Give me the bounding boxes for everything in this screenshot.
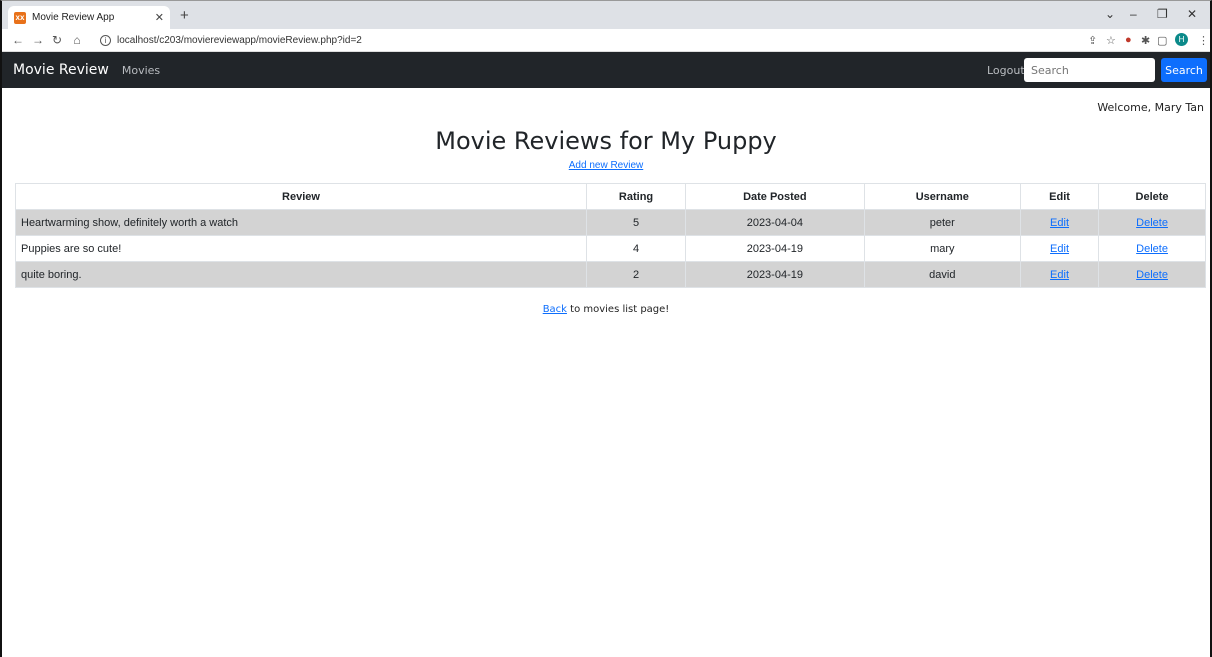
column-header-review: Review — [14, 183, 588, 210]
delete-cell: Delete — [1098, 209, 1206, 236]
column-header-edit: Edit — [1019, 183, 1100, 210]
edit-cell: Edit — [1019, 235, 1100, 262]
rating-cell: 5 — [586, 209, 687, 236]
app-favicon-icon: xx — [14, 11, 26, 24]
profile-avatar[interactable]: H — [1175, 33, 1188, 46]
table-header-row: Review Rating Date Posted Username Edit … — [14, 183, 1206, 210]
username-cell: peter — [863, 209, 1021, 236]
back-link[interactable]: Back — [543, 304, 567, 315]
navbar-brand[interactable]: Movie Review — [13, 62, 109, 78]
forward-arrow-icon[interactable]: → — [32, 33, 44, 47]
edit-cell: Edit — [1019, 261, 1100, 288]
column-header-delete: Delete — [1098, 183, 1206, 210]
column-header-date: Date Posted — [685, 183, 865, 210]
url-text: localhost/c203/moviereviewapp/movieRevie… — [117, 35, 362, 46]
search-button[interactable]: Search — [1161, 58, 1207, 82]
site-navbar: Movie Review Movies Logout Search — [2, 52, 1210, 88]
tab-title: Movie Review App — [32, 12, 115, 23]
delete-link[interactable]: Delete — [1136, 269, 1168, 281]
back-arrow-icon[interactable]: ← — [12, 33, 24, 47]
username-cell: david — [863, 261, 1021, 288]
review-cell: Puppies are so cute! — [14, 235, 588, 262]
review-cell: Heartwarming show, definitely worth a wa… — [14, 209, 588, 236]
site-info-icon[interactable]: i — [100, 35, 111, 46]
table-row: Puppies are so cute! 4 2023-04-19 mary E… — [14, 235, 1206, 262]
column-header-username: Username — [863, 183, 1021, 210]
restore-icon[interactable]: ❐ — [1157, 7, 1168, 21]
edit-cell: Edit — [1019, 209, 1100, 236]
add-review-link[interactable]: Add new Review — [569, 160, 643, 171]
edit-link[interactable]: Edit — [1050, 269, 1069, 281]
reload-icon[interactable]: ↻ — [52, 33, 62, 47]
rating-cell: 4 — [586, 235, 687, 262]
date-cell: 2023-04-04 — [685, 209, 865, 236]
bookmark-star-icon[interactable]: ☆ — [1106, 34, 1116, 47]
welcome-text: Welcome, Mary Tan — [1097, 101, 1204, 114]
edit-link[interactable]: Edit — [1050, 243, 1069, 255]
share-icon[interactable]: ⇪ — [1088, 34, 1097, 47]
add-review-container: Add new Review — [0, 160, 1212, 171]
delete-link[interactable]: Delete — [1136, 243, 1168, 255]
back-line: Back to movies list page! — [0, 304, 1212, 315]
browser-menu-icon[interactable]: ⋮ — [1198, 34, 1209, 47]
address-bar[interactable]: i localhost/c203/moviereviewapp/movieRev… — [100, 31, 1200, 50]
home-icon[interactable]: ⌂ — [72, 33, 82, 47]
table-row: Heartwarming show, definitely worth a wa… — [14, 209, 1206, 236]
column-header-rating: Rating — [586, 183, 687, 210]
delete-cell: Delete — [1098, 261, 1206, 288]
date-cell: 2023-04-19 — [685, 235, 865, 262]
browser-toolbar: ← → ↻ ⌂ i localhost/c203/moviereviewapp/… — [2, 29, 1210, 52]
back-text: to movies list page! — [566, 304, 670, 315]
search-input[interactable] — [1024, 58, 1155, 82]
close-tab-icon[interactable]: ✕ — [155, 11, 164, 24]
edit-link[interactable]: Edit — [1050, 217, 1069, 229]
extension-color-icon[interactable]: ● — [1125, 34, 1132, 46]
table-row: quite boring. 2 2023-04-19 david Edit De… — [14, 261, 1206, 288]
page-title: Movie Reviews for My Puppy — [435, 127, 777, 155]
nav-link-movies[interactable]: Movies — [122, 64, 160, 77]
minimize-icon[interactable]: – — [1130, 7, 1137, 21]
tab-strip: xx Movie Review App ✕ + ⌄ – ❐ ✕ — [2, 1, 1210, 29]
date-cell: 2023-04-19 — [685, 261, 865, 288]
delete-link[interactable]: Delete — [1136, 217, 1168, 229]
close-window-icon[interactable]: ✕ — [1187, 7, 1197, 21]
new-tab-icon[interactable]: + — [180, 7, 189, 24]
tab-search-chevron-icon[interactable]: ⌄ — [1105, 7, 1115, 21]
browser-tab[interactable]: xx Movie Review App ✕ — [8, 6, 170, 29]
side-panel-icon[interactable]: ▢ — [1157, 34, 1167, 47]
logout-link[interactable]: Logout — [987, 64, 1025, 77]
username-cell: mary — [863, 235, 1021, 262]
reviews-table: Review Rating Date Posted Username Edit … — [14, 183, 1206, 288]
delete-cell: Delete — [1098, 235, 1206, 262]
review-cell: quite boring. — [14, 261, 588, 288]
extensions-puzzle-icon[interactable]: ✱ — [1141, 34, 1150, 47]
browser-window — [0, 0, 1212, 657]
rating-cell: 2 — [586, 261, 687, 288]
